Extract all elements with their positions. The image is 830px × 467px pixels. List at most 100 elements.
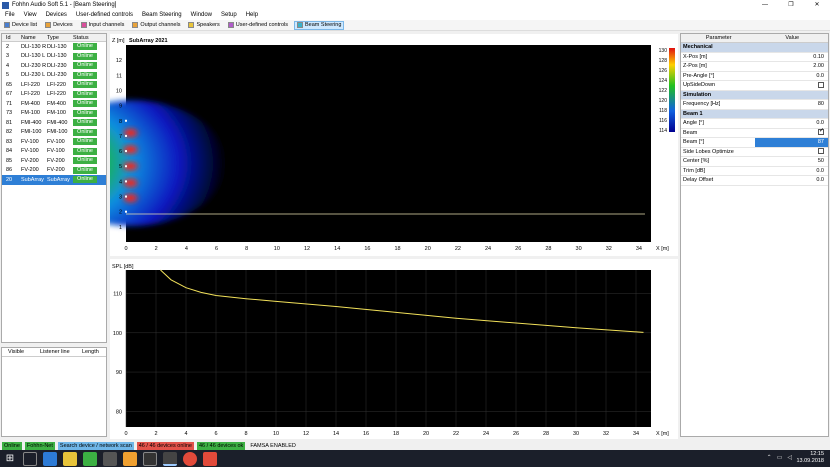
clock[interactable]: 12:15 13.09.2018 — [796, 451, 824, 465]
app-red-icon[interactable] — [203, 451, 217, 466]
property-value-field[interactable]: 2.00 — [755, 62, 829, 71]
property-checkbox[interactable] — [755, 148, 829, 157]
table-row[interactable]: 81 FMI-400 FMI-400 Online — [2, 118, 106, 128]
speaker-marker[interactable] — [125, 165, 127, 168]
speaker-marker[interactable] — [125, 150, 127, 153]
property-checkbox[interactable] — [755, 128, 829, 138]
checkbox-checked[interactable] — [818, 128, 824, 136]
checkbox-unchecked[interactable] — [818, 81, 824, 88]
table-row[interactable]: 83 FV-100 FV-100 Online — [2, 137, 106, 147]
menu-devices[interactable]: Devices — [46, 12, 67, 18]
table-row[interactable]: 5 DLI-230 L DLI-230 Online — [2, 71, 106, 81]
col-listener-line[interactable]: Listener line — [34, 348, 76, 356]
toolbar-speakers-button[interactable]: Speakers — [186, 21, 221, 30]
col-visible[interactable]: Visible — [2, 348, 34, 356]
menu-window[interactable]: Window — [191, 12, 212, 18]
property-section[interactable]: Beam 1 — [681, 109, 828, 119]
speaker-marker[interactable] — [125, 180, 127, 183]
table-row[interactable]: 20 SubArray SubArray Online — [2, 175, 106, 185]
spl-plot[interactable]: SPL [dB] X [m] 110 100 90 80 0 2 4 6 8 10 12 14 16 18 20… — [110, 259, 678, 439]
output-channels-icon — [132, 22, 139, 28]
col-name[interactable]: Name — [21, 34, 47, 41]
table-row[interactable]: 65 LFI-220 LFI-220 Online — [2, 80, 106, 90]
toolbar-output-channels-button[interactable]: Output channels — [130, 21, 182, 30]
monitor-icon[interactable] — [143, 451, 157, 466]
app-gray-icon[interactable] — [103, 451, 117, 466]
table-row[interactable]: 67 LFI-220 LFI-220 Online — [2, 90, 106, 100]
chrome-icon[interactable] — [183, 451, 197, 466]
chevron-up-icon[interactable]: ⌃ — [767, 454, 772, 461]
start-icon[interactable]: ⊞ — [3, 451, 17, 466]
table-row[interactable]: 82 FMI-100 FMI-100 Online — [2, 128, 106, 138]
speaker-hotspot — [123, 194, 138, 203]
property-value-field[interactable]: 0.0 — [755, 176, 829, 185]
task-view-icon[interactable] — [23, 451, 37, 466]
status-badge: Online — [73, 52, 97, 60]
sound-field-plot[interactable]: SubArray 2021 Z [m] X [m] 12 11 10 9 8 7 6 5 4 3 2 1 0 2… — [110, 34, 678, 256]
app-green-icon[interactable] — [83, 451, 97, 466]
speaker-marker[interactable] — [125, 195, 127, 198]
table-row[interactable]: 84 FV-100 FV-100 Online — [2, 147, 106, 157]
cell-id: 83 — [6, 138, 13, 145]
network-icon[interactable]: ▭ — [777, 454, 783, 461]
file-explorer-icon[interactable] — [63, 451, 77, 466]
x-tick-label: 26 — [513, 431, 519, 437]
property-value-field[interactable]: 87 — [754, 138, 828, 147]
col-type[interactable]: Type — [47, 34, 73, 41]
menu-setup[interactable]: Setup — [221, 12, 237, 18]
toolbar-user-defined-controls-button[interactable]: User-defined controls — [226, 21, 290, 30]
x-tick-label: 6 — [214, 431, 217, 437]
table-row[interactable]: 71 FM-400 FM-400 Online — [2, 99, 106, 109]
speaker-marker[interactable] — [125, 119, 127, 122]
table-row[interactable]: 2 DLI-130 R DLI-130 Online — [2, 42, 106, 52]
toolbar-devices-button[interactable]: Devices — [43, 21, 75, 30]
cell-id: 3 — [6, 53, 10, 60]
table-row[interactable]: 85 FV-200 FV-200 Online — [2, 156, 106, 166]
col-id[interactable]: Id — [2, 34, 21, 41]
speaker-marker[interactable] — [125, 210, 127, 213]
property-value-field[interactable]: 0.0 — [755, 119, 829, 128]
speaker-marker[interactable] — [125, 134, 127, 137]
property-value-field[interactable]: 50 — [755, 157, 829, 166]
menu-file[interactable]: File — [5, 12, 15, 18]
maximize-button[interactable]: ❐ — [778, 0, 804, 10]
col-length[interactable]: Length — [76, 348, 106, 356]
property-checkbox[interactable] — [755, 81, 829, 90]
menu-view[interactable]: View — [24, 12, 37, 18]
toolbar-label: Output channels — [140, 22, 181, 28]
col-status[interactable]: Status — [73, 34, 105, 41]
table-row[interactable]: 73 FM-100 FM-100 Online — [2, 109, 106, 119]
property-value-field[interactable]: 80 — [755, 100, 829, 109]
toolbar-beam-steering-button[interactable]: Beam Steering — [294, 20, 345, 30]
y-tick-label: 9 — [119, 104, 122, 110]
fohhn-audio-soft-icon[interactable] — [163, 451, 177, 466]
clock-date: 13.09.2018 — [796, 458, 824, 464]
table-row[interactable]: 86 FV-200 FV-200 Online — [2, 166, 106, 176]
plot-title: SubArray 2021 — [129, 38, 168, 44]
cell-type: SubArray — [47, 176, 70, 183]
cell-id: 82 — [6, 129, 13, 136]
edge-icon[interactable] — [43, 451, 57, 466]
close-button[interactable]: ✕ — [804, 0, 830, 10]
menu-beam-steering[interactable]: Beam Steering — [142, 12, 182, 18]
table-row[interactable]: 4 DLI-230 R DLI-230 Online — [2, 61, 106, 71]
toolbar-device-list-button[interactable]: Device list — [2, 21, 39, 30]
volume-icon[interactable]: ◁ — [787, 454, 792, 461]
property-row: Trim [dB] 0.0 — [681, 167, 829, 176]
media-player-icon[interactable] — [123, 451, 137, 466]
menu-user-defined-controls[interactable]: User-defined controls — [76, 12, 133, 18]
property-value-field[interactable]: 0.10 — [755, 53, 829, 62]
toolbar-label: Speakers — [196, 22, 220, 28]
property-section[interactable]: Simulation — [681, 90, 828, 100]
window-title: Fohhn Audio Soft 5.1 - [Beam Steering] — [12, 2, 117, 8]
menu-help[interactable]: Help — [246, 12, 258, 18]
y-axis-label: SPL [dB] — [112, 264, 134, 270]
toolbar-input-channels-button[interactable]: Input channels — [79, 21, 127, 30]
checkbox-unchecked[interactable] — [818, 148, 824, 155]
minimize-button[interactable]: — — [752, 0, 778, 10]
property-value-field[interactable]: 0.0 — [755, 167, 829, 176]
property-section[interactable]: Mechanical — [681, 43, 828, 53]
table-row[interactable]: 3 DLI-130 L DLI-130 Online — [2, 52, 106, 62]
property-value-field[interactable]: 0.0 — [755, 72, 829, 81]
x-tick-label: 32 — [606, 246, 612, 252]
